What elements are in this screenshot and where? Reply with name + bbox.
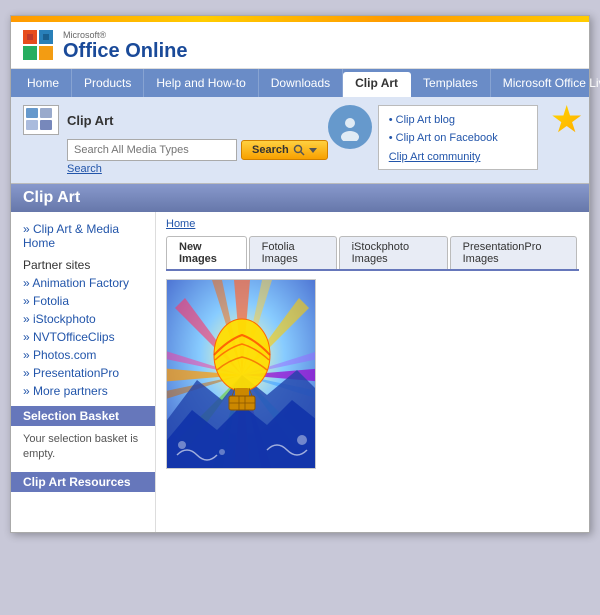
tab-presentationpro-images[interactable]: PresentationPro Images bbox=[450, 236, 577, 269]
dropdown-arrow-icon bbox=[309, 146, 317, 154]
app-window: Microsoft® Office Online Home Products H… bbox=[10, 15, 590, 533]
breadcrumb-home-link[interactable]: Home bbox=[166, 218, 195, 230]
microsoft-label: Microsoft® bbox=[63, 30, 187, 40]
sidebar-link-istockphoto[interactable]: » iStockphoto bbox=[11, 310, 155, 328]
search-left-panel: Clip Art Search Search bbox=[23, 105, 328, 175]
search-area: Clip Art Search Search bbox=[11, 97, 589, 184]
nav-tab-products[interactable]: Products bbox=[72, 69, 144, 97]
sidebar-link-media-home[interactable]: » Clip Art & Media Home bbox=[11, 220, 155, 252]
sidebar-link-photos[interactable]: » Photos.com bbox=[11, 346, 155, 364]
sidebar-partner-sites-label: Partner sites bbox=[11, 252, 155, 274]
clipart-image bbox=[167, 280, 316, 469]
main-content: Home New Images Fotolia Images iStockpho… bbox=[156, 212, 589, 532]
search-link[interactable]: Search bbox=[67, 163, 328, 175]
search-label-row: Clip Art bbox=[23, 105, 328, 135]
sidebar-clip-art-resources-title: Clip Art Resources bbox=[11, 472, 155, 492]
content-area: » Clip Art & Media Home Partner sites » … bbox=[11, 212, 589, 532]
logo-text: Microsoft® Office Online bbox=[63, 30, 187, 62]
search-input-row: Search bbox=[67, 139, 328, 161]
nav-tab-officelive[interactable]: Microsoft Office Live bbox=[491, 69, 600, 97]
tab-fotolia-images[interactable]: Fotolia Images bbox=[249, 236, 337, 269]
sidebar-link-more-partners[interactable]: » More partners bbox=[11, 382, 155, 400]
sidebar-link-nvtofficeclips[interactable]: » NVTOfficeClips bbox=[11, 328, 155, 346]
nav-tab-downloads[interactable]: Downloads bbox=[259, 69, 343, 97]
search-button[interactable]: Search bbox=[241, 140, 328, 160]
image-preview bbox=[166, 279, 316, 469]
sidebar-basket-text: Your selection basket is empty. bbox=[11, 429, 155, 466]
tab-new-images[interactable]: New Images bbox=[166, 236, 247, 269]
star-badge-icon bbox=[552, 105, 582, 135]
clipart-blog-link[interactable]: Clip Art blog bbox=[389, 112, 498, 130]
page-title-bar: Clip Art bbox=[11, 184, 589, 212]
office-online-label: Office Online bbox=[63, 40, 187, 62]
nav-tab-clipart[interactable]: Clip Art bbox=[343, 72, 411, 97]
community-panel: Clip Art blog Clip Art on Facebook Clip … bbox=[378, 105, 538, 170]
sidebar-link-fotolia[interactable]: » Fotolia bbox=[11, 292, 155, 310]
clipart-facebook-link[interactable]: Clip Art on Facebook bbox=[389, 130, 498, 148]
sidebar-selection-basket-title: Selection Basket bbox=[11, 406, 155, 426]
search-input[interactable] bbox=[67, 139, 237, 161]
sidebar: » Clip Art & Media Home Partner sites » … bbox=[11, 212, 156, 532]
search-right-wrapper: Clip Art blog Clip Art on Facebook Clip … bbox=[328, 105, 582, 170]
person-icon bbox=[336, 113, 364, 141]
community-avatar-icon bbox=[328, 105, 372, 149]
nav-tab-home[interactable]: Home bbox=[15, 69, 72, 97]
community-links: Clip Art blog Clip Art on Facebook bbox=[389, 112, 498, 147]
office-logo-icon bbox=[23, 30, 55, 62]
community-label[interactable]: Clip Art community bbox=[389, 151, 481, 163]
clip-art-thumbnail-icon bbox=[23, 105, 59, 135]
nav-bar: Home Products Help and How-to Downloads … bbox=[11, 69, 589, 97]
header: Microsoft® Office Online bbox=[11, 22, 589, 69]
page-title: Clip Art bbox=[23, 189, 80, 206]
search-icon bbox=[293, 144, 305, 156]
nav-tab-help[interactable]: Help and How-to bbox=[144, 69, 258, 97]
nav-tab-templates[interactable]: Templates bbox=[411, 69, 491, 97]
sidebar-link-animation-factory[interactable]: » Animation Factory bbox=[11, 274, 155, 292]
tab-istockphoto-images[interactable]: iStockphoto Images bbox=[339, 236, 448, 269]
sidebar-link-presentationpro[interactable]: » PresentationPro bbox=[11, 364, 155, 382]
search-section-label: Clip Art bbox=[67, 113, 113, 128]
breadcrumb: Home bbox=[166, 218, 579, 230]
image-tabs: New Images Fotolia Images iStockphoto Im… bbox=[166, 236, 579, 271]
